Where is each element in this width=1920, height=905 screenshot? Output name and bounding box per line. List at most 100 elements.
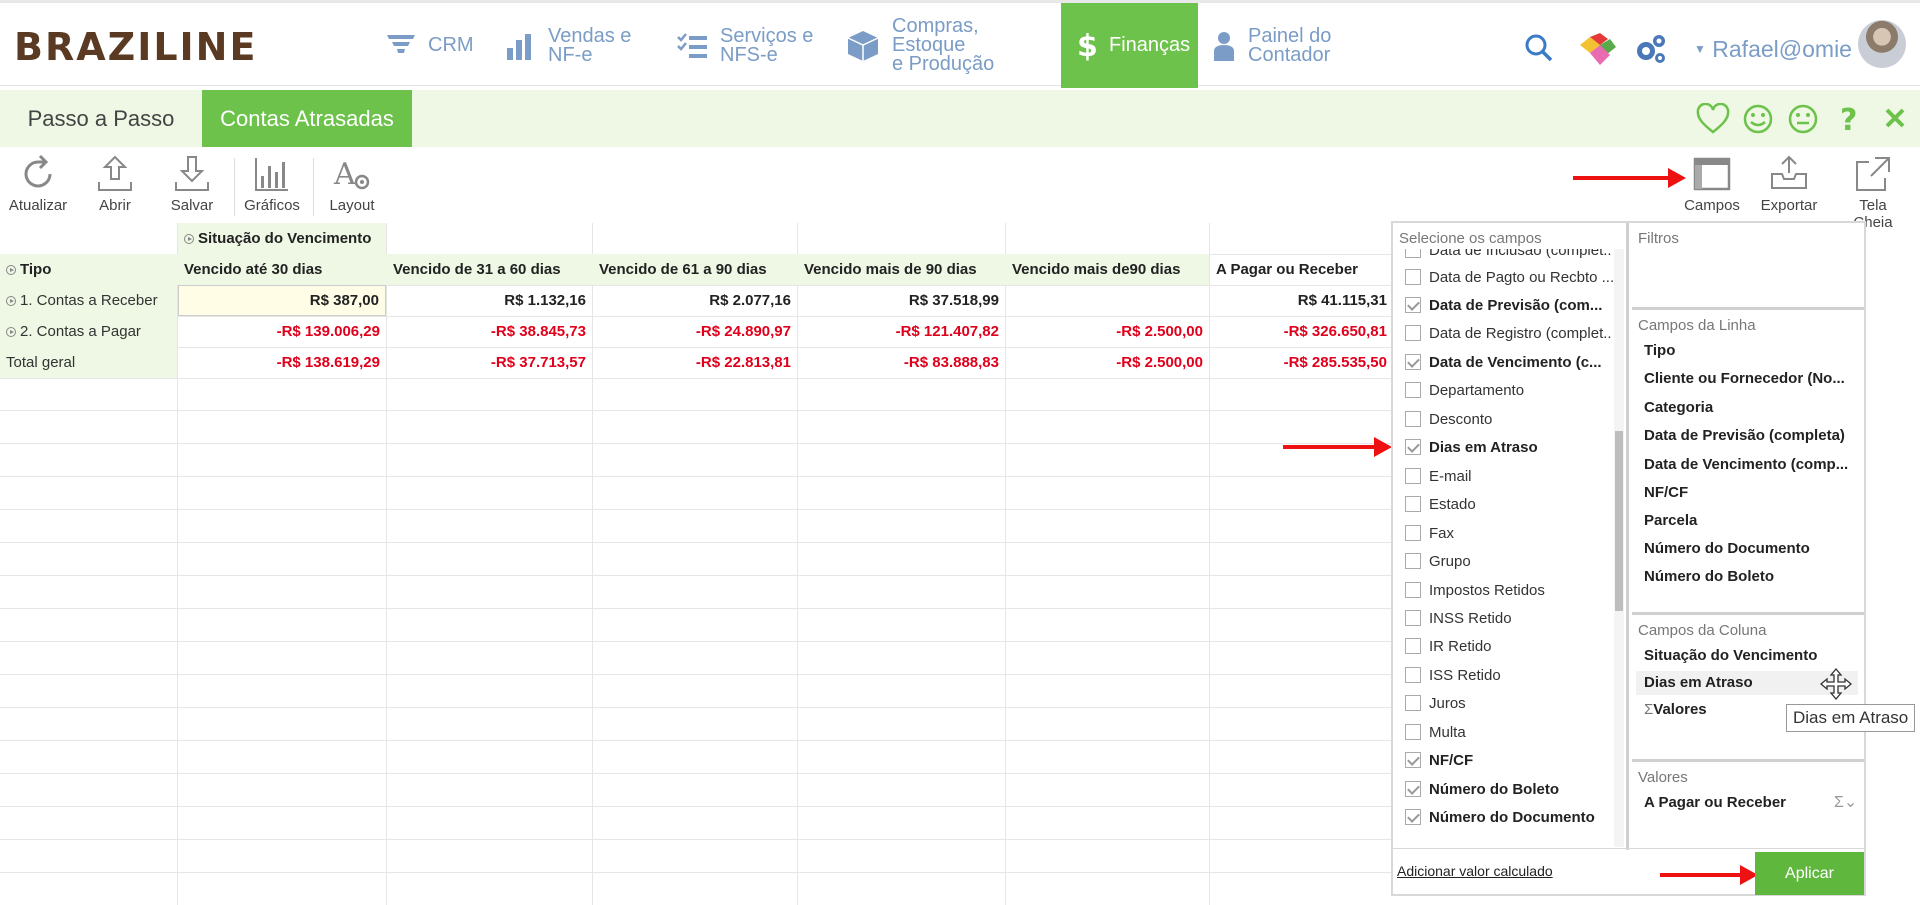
checkbox[interactable] xyxy=(1405,667,1421,683)
field-item[interactable]: Data de Vencimento (c... xyxy=(1405,351,1613,373)
field-item[interactable]: Data de Pagto ou Recbto ... xyxy=(1405,266,1613,288)
nav-servicos[interactable]: Serviços e NFS-e xyxy=(676,3,826,88)
checkbox[interactable] xyxy=(1405,496,1421,512)
checkbox[interactable] xyxy=(1405,297,1421,313)
field-item[interactable]: Data de Inclusão (complet... xyxy=(1405,249,1613,261)
column-field-header[interactable]: Situação do Vencimento xyxy=(178,223,386,254)
field-item[interactable]: IR Retido xyxy=(1405,635,1613,657)
field-item[interactable]: Grupo xyxy=(1405,550,1613,572)
table-cell[interactable]: -R$ 121.407,82 xyxy=(798,316,1005,347)
checkbox[interactable] xyxy=(1405,525,1421,541)
fields-button[interactable]: Campos xyxy=(1676,154,1748,218)
field-item[interactable]: Desconto xyxy=(1405,408,1613,430)
row-field-item[interactable]: Parcela xyxy=(1644,512,1697,529)
avatar[interactable] xyxy=(1858,20,1906,68)
column-fields-area[interactable]: Campos da Coluna Situação do Vencimento … xyxy=(1632,615,1864,763)
expand-toggle-icon[interactable] xyxy=(184,233,194,244)
smiley-neutral-icon[interactable] xyxy=(1787,103,1819,135)
smiley-happy-icon[interactable] xyxy=(1742,103,1774,135)
scrollbar-thumb[interactable] xyxy=(1615,431,1623,611)
field-list-scroll[interactable]: Data de Inclusão (complet... Data de Pag… xyxy=(1393,249,1613,847)
field-item[interactable]: Impostos Retidos xyxy=(1405,579,1613,601)
fullscreen-button[interactable]: Tela Cheia xyxy=(1838,154,1908,231)
field-item[interactable]: Multa xyxy=(1405,721,1613,743)
table-cell[interactable] xyxy=(1006,285,1209,316)
sigma-dropdown-icon[interactable]: Σ⌄ xyxy=(1834,792,1857,812)
nav-vendas[interactable]: Vendas e NF-e xyxy=(506,3,646,88)
brand-logo[interactable]: BRAZILINE xyxy=(14,25,257,69)
column-header-2[interactable]: Vencido de 31 a 60 dias xyxy=(387,254,592,285)
field-item[interactable]: INSS Retido xyxy=(1405,607,1613,629)
checkbox[interactable] xyxy=(1405,325,1421,341)
value-field-item[interactable]: A Pagar ou Receber xyxy=(1644,794,1786,811)
nav-crm[interactable]: CRM xyxy=(386,3,492,88)
field-item[interactable]: Juros xyxy=(1405,692,1613,714)
table-cell[interactable]: R$ 37.518,99 xyxy=(798,285,1005,316)
values-area[interactable]: Valores A Pagar ou Receber Σ⌄ xyxy=(1632,762,1864,850)
checkbox[interactable] xyxy=(1405,638,1421,654)
table-cell[interactable]: -R$ 2.500,00 xyxy=(1006,347,1209,378)
search-icon[interactable] xyxy=(1524,33,1554,63)
nav-painel-contador[interactable]: Painel do Contador xyxy=(1212,3,1362,88)
row-header-contas-receber[interactable]: 1. Contas a Receber xyxy=(0,285,177,316)
table-cell[interactable]: -R$ 285.535,50 xyxy=(1210,347,1393,378)
checkbox[interactable] xyxy=(1405,809,1421,825)
refresh-button[interactable]: Atualizar xyxy=(2,154,74,218)
field-item[interactable]: Departamento xyxy=(1405,379,1613,401)
export-button[interactable]: Exportar xyxy=(1753,154,1825,218)
field-item[interactable]: Data de Previsão (com... xyxy=(1405,294,1613,316)
row-header-total-geral[interactable]: Total geral xyxy=(0,347,177,378)
row-field-item[interactable]: Data de Vencimento (comp... xyxy=(1644,456,1848,473)
filters-area[interactable]: Filtros xyxy=(1632,223,1864,307)
checkbox[interactable] xyxy=(1405,411,1421,427)
expand-toggle-icon[interactable] xyxy=(6,295,16,306)
field-item[interactable]: E-mail xyxy=(1405,465,1613,487)
row-fields-area[interactable]: Campos da Linha Tipo Cliente ou Forneced… xyxy=(1632,310,1864,585)
table-cell[interactable]: -R$ 139.006,29 xyxy=(178,316,386,347)
expand-toggle-icon[interactable] xyxy=(6,326,16,337)
checkbox[interactable] xyxy=(1405,468,1421,484)
column-field-item-dias-em-atraso[interactable]: Dias em Atraso xyxy=(1644,674,1753,691)
field-item[interactable]: Número do Boleto xyxy=(1405,778,1613,800)
table-cell[interactable]: -R$ 83.888,83 xyxy=(798,347,1005,378)
tab-contas-atrasadas[interactable]: Contas Atrasadas xyxy=(202,90,412,147)
field-item[interactable]: ISS Retido xyxy=(1405,664,1613,686)
column-header-1[interactable]: Vencido até 30 dias xyxy=(178,254,386,285)
field-item[interactable]: Data de Registro (complet... xyxy=(1405,322,1613,344)
add-calculated-value-link[interactable]: Adicionar valor calculado xyxy=(1397,863,1553,879)
open-button[interactable]: Abrir xyxy=(79,154,151,218)
field-item[interactable]: Fax xyxy=(1405,522,1613,544)
row-field-item[interactable]: Tipo xyxy=(1644,342,1675,359)
table-cell[interactable]: -R$ 38.845,73 xyxy=(387,316,592,347)
checkbox[interactable] xyxy=(1405,249,1421,258)
field-item-dias-em-atraso[interactable]: Dias em Atraso xyxy=(1405,436,1613,458)
table-cell[interactable]: -R$ 22.813,81 xyxy=(593,347,797,378)
checkbox[interactable] xyxy=(1405,781,1421,797)
row-field-item[interactable]: NF/CF xyxy=(1644,484,1688,501)
table-cell[interactable]: R$ 41.115,31 xyxy=(1210,285,1393,316)
table-cell[interactable]: -R$ 37.713,57 xyxy=(387,347,592,378)
charts-button[interactable]: Gráficos xyxy=(236,154,308,218)
table-cell[interactable]: -R$ 138.619,29 xyxy=(178,347,386,378)
field-item[interactable]: Número do Documento xyxy=(1405,806,1613,828)
column-field-item-valores[interactable]: ΣValores xyxy=(1644,701,1707,718)
table-cell[interactable]: R$ 1.132,16 xyxy=(387,285,592,316)
column-header-3[interactable]: Vencido de 61 a 90 dias xyxy=(593,254,797,285)
help-icon[interactable]: ? xyxy=(1838,103,1862,135)
column-header-6[interactable]: A Pagar ou Receber xyxy=(1210,254,1393,285)
save-button[interactable]: Salvar xyxy=(156,154,228,218)
table-cell[interactable]: -R$ 2.500,00 xyxy=(1006,316,1209,347)
field-item[interactable]: Estado xyxy=(1405,493,1613,515)
checkbox[interactable] xyxy=(1405,354,1421,370)
gear-icon[interactable] xyxy=(1634,33,1668,65)
checkbox[interactable] xyxy=(1405,610,1421,626)
expand-toggle-icon[interactable] xyxy=(6,264,16,275)
layout-button[interactable]: A Layout xyxy=(316,154,388,218)
checkbox[interactable] xyxy=(1405,724,1421,740)
checkbox[interactable] xyxy=(1405,582,1421,598)
table-cell[interactable]: -R$ 326.650,81 xyxy=(1210,316,1393,347)
nav-compras[interactable]: Compras, Estoque e Produção xyxy=(846,3,1056,88)
table-cell[interactable]: -R$ 24.890,97 xyxy=(593,316,797,347)
checkbox[interactable] xyxy=(1405,695,1421,711)
column-field-item[interactable]: Situação do Vencimento xyxy=(1644,647,1817,664)
